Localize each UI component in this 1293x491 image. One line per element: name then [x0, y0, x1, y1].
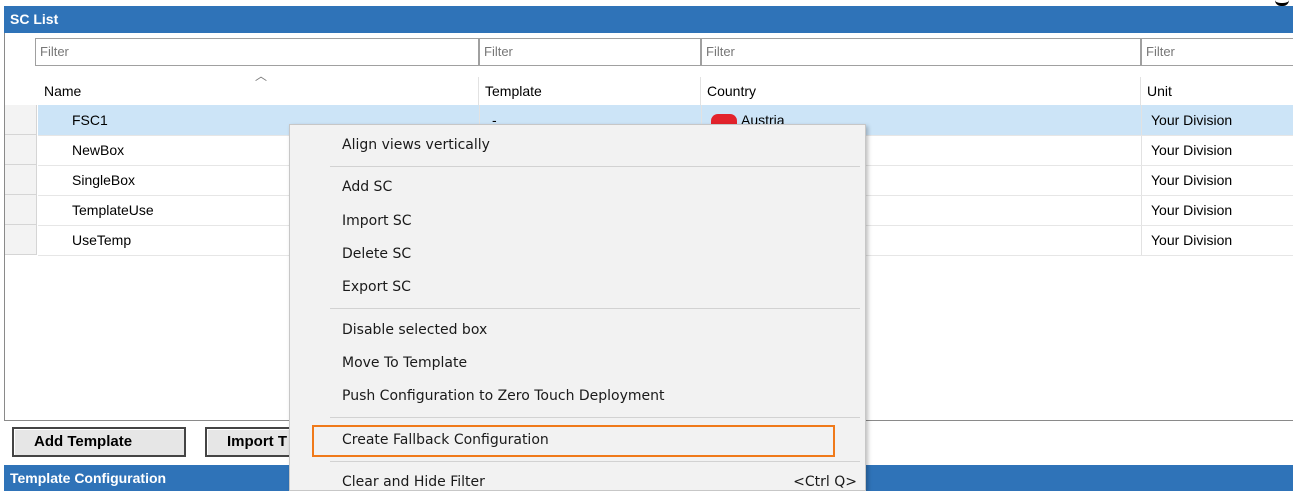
add-template-button[interactable]: Add Template: [12, 427, 186, 457]
menu-item-create-fallback[interactable]: Create Fallback Configuration: [290, 425, 865, 455]
template-filter-input[interactable]: Filter: [479, 38, 701, 66]
menu-item-label: Clear and Hide Filter: [342, 474, 485, 490]
unit-filter-input[interactable]: Filter: [1141, 38, 1293, 66]
row-header[interactable]: [5, 225, 37, 255]
menu-item-delete-sc[interactable]: Delete SC: [290, 239, 865, 269]
cell-unit: Your Division: [1151, 232, 1233, 248]
row-header[interactable]: [5, 105, 37, 135]
cell-unit: Your Division: [1151, 202, 1233, 218]
column-header-unit[interactable]: Unit: [1141, 77, 1293, 105]
menu-item-disable-box[interactable]: Disable selected box: [290, 315, 865, 345]
grid-corner: [5, 33, 37, 105]
menu-item-align-views[interactable]: Align views vertically: [290, 130, 865, 160]
cell-unit: Your Division: [1151, 142, 1233, 158]
menu-separator: [330, 461, 860, 462]
menu-item-move-to-template[interactable]: Move To Template: [290, 348, 865, 378]
column-divider: [1141, 105, 1142, 255]
cell-unit: Your Division: [1151, 112, 1233, 128]
name-filter-input[interactable]: Filter: [35, 38, 479, 66]
menu-separator: [330, 166, 860, 167]
column-header-country[interactable]: Country: [701, 77, 1141, 105]
row-header[interactable]: [5, 165, 37, 195]
shortcut-label: <Ctrl Q>: [793, 474, 857, 490]
column-header-name[interactable]: Name: [38, 77, 479, 105]
menu-item-import-sc[interactable]: Import SC: [290, 206, 865, 236]
menu-item-push-zero-touch[interactable]: Push Configuration to Zero Touch Deploym…: [290, 381, 865, 411]
menu-separator: [330, 417, 860, 418]
menu-separator: [330, 308, 860, 309]
country-filter-input[interactable]: Filter: [701, 38, 1141, 66]
menu-item-export-sc[interactable]: Export SC: [290, 272, 865, 302]
context-menu: Align views vertically Add SC Import SC …: [289, 124, 866, 491]
menu-item-add-sc[interactable]: Add SC: [290, 172, 865, 202]
row-header[interactable]: [5, 135, 37, 165]
row-header[interactable]: [5, 195, 37, 225]
column-header-template[interactable]: Template: [479, 77, 701, 105]
sc-list-title: SC List: [4, 6, 1293, 33]
menu-item-clear-filter[interactable]: Clear and Hide Filter <Ctrl Q>: [290, 467, 865, 491]
cell-unit: Your Division: [1151, 172, 1233, 188]
